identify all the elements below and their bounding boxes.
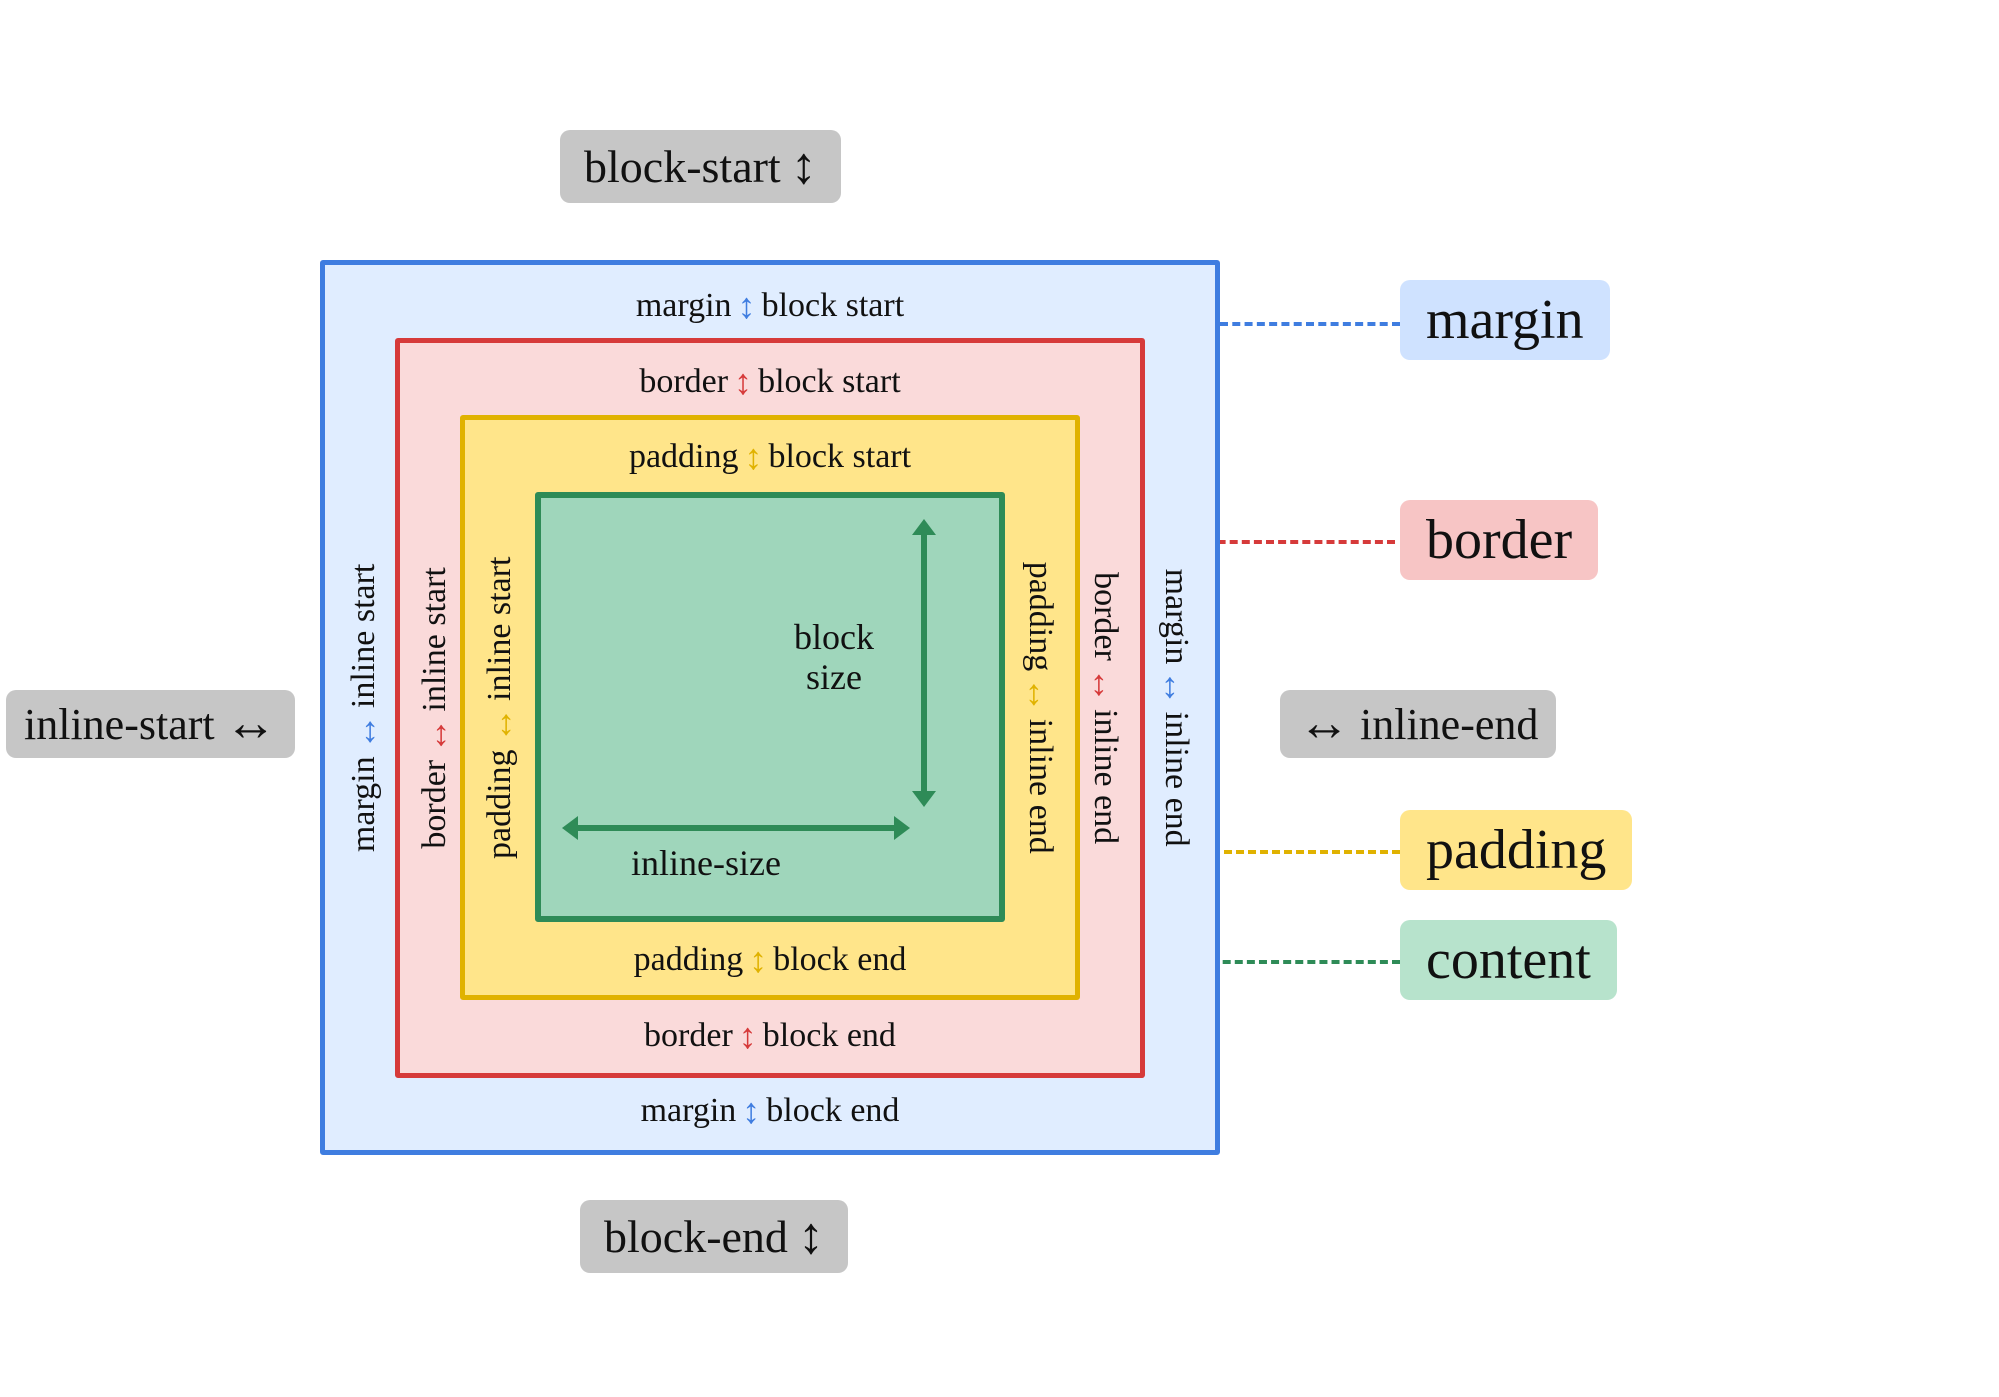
label-word: margin [636, 287, 732, 325]
content-layer: blocksize inline-size [535, 492, 1005, 922]
updown-arrow-icon: ↕ [798, 1211, 824, 1263]
inline-size-arrow-icon [576, 825, 896, 831]
leftright-arrow-icon: ↔ [479, 707, 521, 743]
border-block-end-label: border ↕ block end [644, 1015, 896, 1057]
label-word: border [416, 760, 454, 849]
padding-inline-end-label: padding ↔ inline end [1019, 561, 1061, 854]
border-inline-start-label: border ↔ inline start [414, 567, 456, 848]
label-word: margin [1157, 568, 1195, 664]
leftright-arrow-icon: ↔ [225, 698, 277, 750]
inline-start-label: inline-start ↔ [6, 690, 295, 758]
label-word: margin [641, 1092, 737, 1130]
leftright-arrow-icon: ↔ [414, 718, 456, 754]
updown-arrow-icon: ↕ [744, 436, 762, 478]
label-word: inline start [481, 556, 519, 700]
label-word: padding [629, 438, 739, 476]
label-word: inline end [1157, 712, 1195, 847]
updown-arrow-icon: ↕ [749, 939, 767, 981]
block-end-label: block-end ↕ [580, 1200, 848, 1273]
legend-leader-margin [1220, 322, 1400, 326]
block-size-label: blocksize [774, 618, 894, 697]
inline-end-text: inline-end [1360, 699, 1538, 750]
block-size-arrow-icon [921, 533, 927, 793]
leftright-arrow-icon: ↔ [1084, 667, 1126, 703]
legend-margin: margin [1400, 280, 1610, 360]
leftright-arrow-icon: ↔ [1298, 698, 1350, 750]
label-word: inline start [416, 567, 454, 711]
label-word: padding [634, 941, 744, 979]
label-word: block end [766, 1092, 899, 1130]
label-word: padding [1021, 561, 1059, 671]
label-word: border [644, 1017, 733, 1055]
label-word: block end [763, 1017, 896, 1055]
legend-content: content [1400, 920, 1617, 1000]
updown-arrow-icon: ↕ [742, 1090, 760, 1132]
label-word: inline start [345, 563, 383, 707]
label-word: block start [758, 363, 901, 401]
label-word: inline end [1021, 719, 1059, 854]
updown-arrow-icon: ↕ [734, 361, 752, 403]
leftright-arrow-icon: ↔ [1155, 670, 1197, 706]
label-word: block start [762, 287, 905, 325]
border-inline-end-label: border ↔ inline end [1084, 572, 1126, 844]
inline-size-label: inline-size [631, 844, 781, 884]
label-word: border [1086, 572, 1124, 661]
block-end-text: block-end [604, 1210, 788, 1263]
leftright-arrow-icon: ↔ [343, 714, 385, 750]
legend-border: border [1400, 500, 1598, 580]
margin-block-start-label: margin ↕ block start [636, 285, 904, 327]
padding-block-start-label: padding ↕ block start [629, 436, 911, 478]
margin-inline-end-label: margin ↔ inline end [1155, 568, 1197, 847]
margin-inline-start-label: margin ↔ inline start [343, 563, 385, 851]
padding-inline-start-label: padding ↔ inline start [479, 556, 521, 858]
border-block-start-label: border ↕ block start [639, 361, 900, 403]
label-word: block end [773, 941, 906, 979]
label-word: border [639, 363, 728, 401]
padding-block-end-label: padding ↕ block end [634, 939, 907, 981]
label-word: margin [345, 756, 383, 852]
block-start-label: block-start ↕ [560, 130, 841, 203]
updown-arrow-icon: ↕ [738, 285, 756, 327]
margin-block-end-label: margin ↕ block end [641, 1090, 900, 1132]
leftright-arrow-icon: ↔ [1019, 677, 1061, 713]
inline-start-text: inline-start [24, 699, 215, 750]
block-start-text: block-start [584, 140, 781, 193]
updown-arrow-icon: ↕ [791, 141, 817, 193]
legend-padding: padding [1400, 810, 1632, 890]
label-word: inline end [1086, 709, 1124, 844]
box-model-stage: margin ↕ block start margin ↕ block end … [320, 260, 1220, 1155]
label-word: padding [481, 749, 519, 859]
inline-end-label: ↔ inline-end [1280, 690, 1556, 758]
label-word: block start [768, 438, 911, 476]
updown-arrow-icon: ↕ [739, 1015, 757, 1057]
